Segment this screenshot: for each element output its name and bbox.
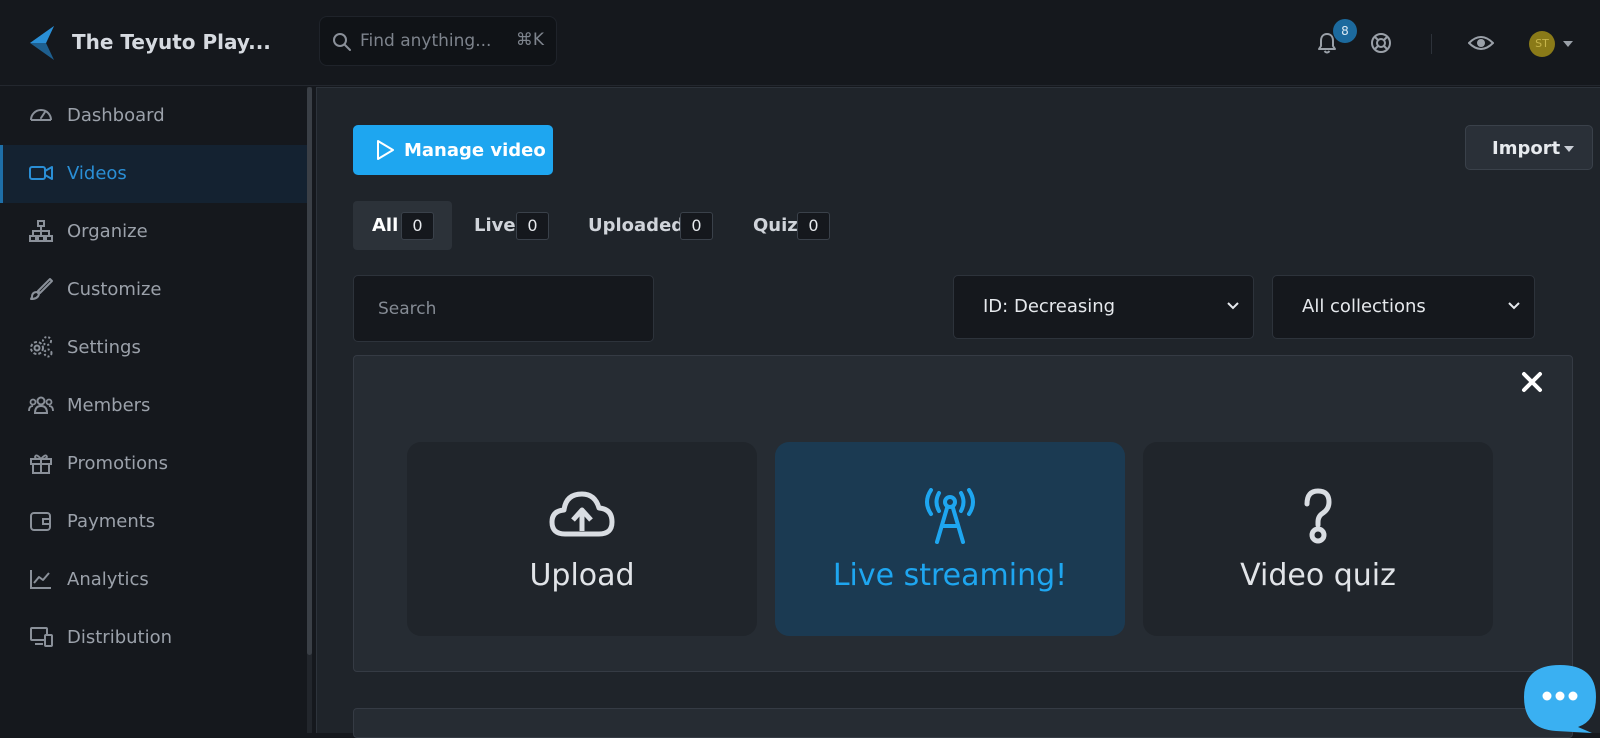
active-indicator — [0, 145, 3, 203]
eye-icon[interactable] — [1468, 33, 1494, 53]
tab-label: All — [372, 215, 399, 236]
tab-label: Quiz — [753, 215, 798, 236]
video-list-panel — [353, 708, 1573, 738]
sidebar-item-label: Customize — [67, 279, 162, 300]
upload-card-label: Upload — [529, 558, 635, 593]
sidebar-scrollbar[interactable] — [307, 87, 312, 733]
search-shortcut: ⌘K — [515, 30, 544, 50]
tab-all[interactable]: All 0 — [353, 201, 452, 250]
sidebar-item-promotions[interactable]: Promotions — [0, 435, 308, 493]
notification-badge: 8 — [1333, 19, 1357, 43]
sidebar-item-analytics[interactable]: Analytics — [0, 551, 308, 609]
sidebar-item-customize[interactable]: Customize — [0, 261, 308, 319]
wallet-icon — [30, 512, 51, 531]
manage-video-button[interactable]: Manage video — [353, 125, 553, 175]
live-streaming-card[interactable]: Live streaming! — [775, 442, 1125, 636]
video-search — [353, 275, 654, 342]
avatar[interactable]: ST — [1529, 31, 1555, 57]
top-bar: The Teyuto Play... Find anything... ⌘K 8… — [0, 0, 1600, 86]
sidebar-item-label: Organize — [67, 221, 148, 242]
sidebar-item-distribution[interactable]: Distribution — [0, 609, 308, 667]
live-streaming-card-label: Live streaming! — [832, 558, 1068, 593]
import-label: Import — [1492, 138, 1561, 159]
tab-quiz[interactable]: Quiz 0 — [745, 201, 835, 250]
tab-live[interactable]: Live 0 — [465, 201, 555, 250]
sidebar: Dashboard Videos Organize Customize Sett… — [0, 87, 310, 733]
collection-select[interactable]: All collections — [1272, 275, 1535, 339]
sidebar-item-settings[interactable]: Settings — [0, 319, 308, 377]
sidebar-item-label: Payments — [67, 511, 156, 532]
tab-label: Uploaded — [588, 215, 685, 236]
sidebar-item-members[interactable]: Members — [0, 377, 308, 435]
sidebar-item-label: Dashboard — [67, 105, 165, 126]
tab-count: 0 — [680, 212, 713, 240]
chat-icon[interactable] — [1520, 663, 1600, 733]
video-quiz-card[interactable]: Video quiz — [1143, 442, 1493, 636]
search-icon — [333, 33, 351, 51]
video-search-input[interactable] — [354, 276, 653, 341]
sitemap-icon — [29, 220, 53, 242]
manage-video-label: Manage video — [404, 140, 546, 161]
sidebar-item-label: Promotions — [67, 453, 168, 474]
scrollbar-thumb[interactable] — [307, 87, 312, 655]
devices-icon — [30, 627, 53, 647]
sidebar-item-label: Analytics — [67, 569, 149, 590]
chevron-down-icon — [1227, 302, 1239, 310]
video-icon — [29, 166, 53, 180]
question-icon — [1304, 488, 1332, 544]
upload-card[interactable]: Upload — [407, 442, 757, 636]
tab-count: 0 — [401, 212, 434, 240]
sort-select[interactable]: ID: Decreasing — [953, 275, 1254, 339]
sidebar-item-label: Members — [67, 395, 151, 416]
broadcast-tower-icon — [925, 488, 975, 544]
global-search-placeholder: Find anything... — [360, 31, 492, 51]
sidebar-item-label: Settings — [67, 337, 141, 358]
sidebar-item-label: Distribution — [67, 627, 173, 648]
chart-line-icon — [30, 570, 51, 589]
logo-icon[interactable] — [26, 24, 56, 62]
sidebar-item-label: Videos — [67, 163, 127, 184]
sidebar-item-videos[interactable]: Videos — [0, 145, 308, 203]
collection-select-value: All collections — [1302, 296, 1426, 317]
global-search[interactable]: Find anything... ⌘K — [319, 16, 557, 66]
sidebar-item-organize[interactable]: Organize — [0, 203, 308, 261]
close-icon[interactable] — [1520, 370, 1544, 394]
chevron-down-icon — [1508, 302, 1520, 310]
sidebar-item-dashboard[interactable]: Dashboard — [0, 87, 308, 145]
tab-uploaded[interactable]: Uploaded 0 — [580, 201, 716, 250]
video-quiz-card-label: Video quiz — [1240, 558, 1396, 593]
app-title[interactable]: The Teyuto Play... — [72, 30, 271, 54]
sidebar-item-payments[interactable]: Payments — [0, 493, 308, 551]
sort-select-value: ID: Decreasing — [983, 296, 1116, 317]
cloud-upload-icon — [549, 491, 615, 537]
chevron-down-icon[interactable] — [1563, 41, 1573, 47]
tab-label: Live — [474, 215, 516, 236]
chevron-down-icon — [1564, 146, 1574, 152]
gift-icon — [30, 454, 52, 474]
brush-icon — [30, 278, 53, 300]
header-divider — [1431, 34, 1432, 54]
help-icon[interactable] — [1370, 32, 1392, 54]
tab-count: 0 — [797, 212, 830, 240]
play-icon — [377, 140, 394, 160]
users-icon — [28, 396, 54, 414]
import-button[interactable]: Import — [1465, 125, 1593, 170]
dashboard-icon — [30, 109, 52, 121]
tab-count: 0 — [516, 212, 549, 240]
gears-icon — [30, 336, 53, 358]
